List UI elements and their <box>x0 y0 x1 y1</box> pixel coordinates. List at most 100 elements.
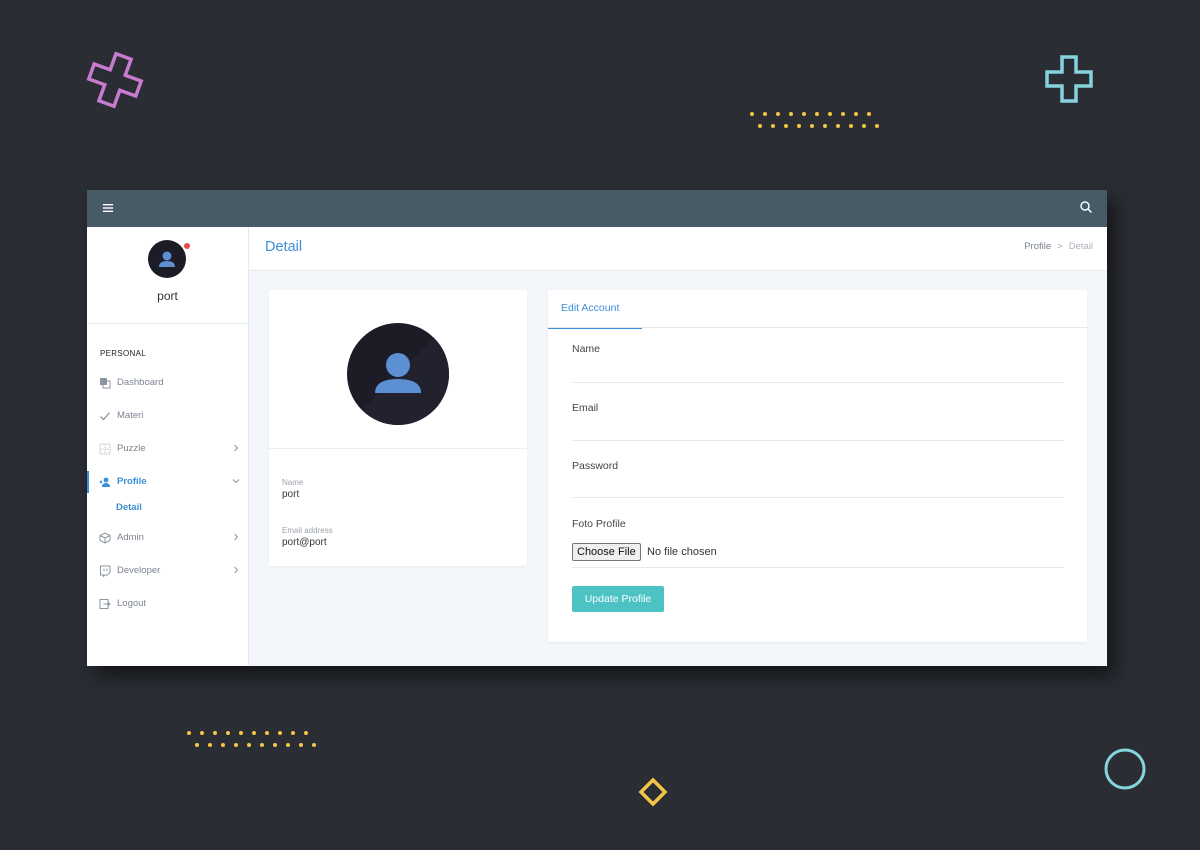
search-icon[interactable] <box>1079 200 1093 214</box>
dot <box>273 743 277 747</box>
dot <box>247 743 251 747</box>
name-field[interactable] <box>572 362 1064 383</box>
sidebar-item-label: Logout <box>117 598 147 609</box>
dot <box>862 124 866 128</box>
update-profile-button[interactable]: Update Profile <box>572 586 664 612</box>
sidebar-subitem-detail[interactable]: Detail <box>116 502 142 513</box>
dot <box>815 112 819 116</box>
sidebar-item-dashboard[interactable]: Dashboard <box>87 372 248 394</box>
hamburger-icon[interactable] <box>101 201 115 215</box>
pink-cross-decoration <box>86 51 144 109</box>
file-status: No file chosen <box>647 546 717 558</box>
dot <box>187 731 191 735</box>
tab-edit-account[interactable]: Edit Account <box>548 290 642 329</box>
dot <box>299 743 303 747</box>
choose-file-button[interactable]: Choose File <box>572 543 641 561</box>
sidebar-item-label: Puzzle <box>117 443 146 454</box>
sidebar-item-label: Profile <box>117 476 147 487</box>
dot <box>208 743 212 747</box>
yellow-dots-bottom <box>187 731 337 751</box>
yellow-diamond-decoration <box>638 777 668 807</box>
active-indicator <box>87 471 89 493</box>
name-field-label: Name <box>572 343 601 355</box>
dashboard-icon <box>100 378 111 389</box>
dot <box>828 112 832 116</box>
dot <box>841 112 845 116</box>
dot <box>875 124 879 128</box>
dot <box>312 743 316 747</box>
avatar[interactable] <box>148 240 186 278</box>
page-title: Detail <box>265 239 303 255</box>
tab-divider <box>548 327 1087 328</box>
dot <box>195 743 199 747</box>
dot <box>797 124 801 128</box>
chevron-right-icon <box>234 444 239 452</box>
dot <box>758 124 762 128</box>
dot <box>252 731 256 735</box>
dot <box>789 112 793 116</box>
photo-field-label: Foto Profile <box>572 518 626 530</box>
chevron-right-icon <box>234 566 239 574</box>
twitch-icon <box>100 565 111 577</box>
logout-icon <box>99 599 111 609</box>
dot <box>265 731 269 735</box>
status-dot <box>183 242 191 250</box>
email-field[interactable] <box>572 420 1064 441</box>
dot <box>810 124 814 128</box>
dot <box>213 731 217 735</box>
divider <box>87 323 248 324</box>
password-field[interactable] <box>572 477 1064 498</box>
dot <box>291 731 295 735</box>
dot <box>286 743 290 747</box>
profile-card: Name port Email address port@port <box>269 290 527 566</box>
dot <box>239 731 243 735</box>
sidebar-username: port <box>157 289 178 303</box>
dot <box>304 731 308 735</box>
sidebar-item-profile[interactable]: Profile <box>87 471 248 493</box>
app-window: port PERSONAL Dashboard Materi Puzzle Pr… <box>87 190 1107 666</box>
chevron-down-icon <box>232 479 240 484</box>
sidebar-item-puzzle[interactable]: Puzzle <box>87 438 248 460</box>
name-label: Name <box>282 478 304 487</box>
email-label: Email address <box>282 526 333 535</box>
section-label: PERSONAL <box>100 349 146 358</box>
dot <box>867 112 871 116</box>
dot <box>836 124 840 128</box>
sidebar-item-developer[interactable]: Developer <box>87 560 248 582</box>
divider <box>269 448 527 449</box>
sidebar-item-label: Dashboard <box>117 377 164 388</box>
dot <box>771 124 775 128</box>
dot <box>226 731 230 735</box>
dot <box>234 743 238 747</box>
sidebar-item-admin[interactable]: Admin <box>87 527 248 549</box>
sidebar-item-label: Admin <box>117 532 144 543</box>
file-upload: Choose File No file chosen <box>572 543 1064 568</box>
dot <box>849 124 853 128</box>
top-navbar <box>87 190 1107 227</box>
password-field-label: Password <box>572 460 619 472</box>
user-plus-icon <box>99 477 110 487</box>
dot <box>763 112 767 116</box>
dot <box>278 731 282 735</box>
breadcrumb-separator-icon: > <box>1057 241 1063 252</box>
email-value: port@port <box>282 537 327 548</box>
breadcrumb-current: Detail <box>1068 241 1093 252</box>
sidebar-item-materi[interactable]: Materi <box>87 405 248 427</box>
dot <box>784 124 788 128</box>
sidebar-item-label: Materi <box>117 410 144 421</box>
email-field-label: Email <box>572 402 599 414</box>
dot <box>823 124 827 128</box>
dot <box>776 112 780 116</box>
sidebar: port PERSONAL Dashboard Materi Puzzle Pr… <box>87 227 249 666</box>
user-icon <box>159 251 175 267</box>
check-icon <box>100 412 110 421</box>
sidebar-item-logout[interactable]: Logout <box>87 593 248 615</box>
tab-label: Edit Account <box>561 302 620 314</box>
breadcrumb: Profile > Detail <box>1024 241 1093 252</box>
dot <box>200 731 204 735</box>
grid-icon <box>99 443 111 455</box>
name-value: port <box>282 489 300 500</box>
teal-circle-decoration <box>1104 748 1146 790</box>
breadcrumb-profile[interactable]: Profile <box>1024 241 1051 252</box>
profile-avatar <box>347 323 449 425</box>
